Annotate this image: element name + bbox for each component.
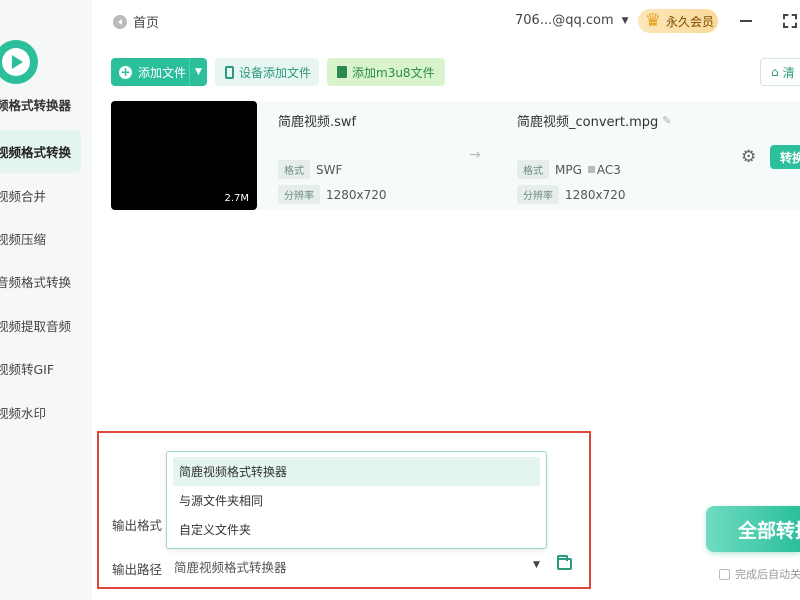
vip-badge[interactable]: ♛ 永久会员 [638,9,718,33]
resolution-tag: 分辨率 [278,185,320,204]
account-email: 706...@qq.com [515,13,614,28]
file-row: 2.7M 简鹿视频.swf 格式 SWF 分辨率 1280x720 → 简鹿视频… [111,101,800,210]
home-link[interactable]: 首页 [113,12,159,31]
vip-label: 永久会员 [666,14,715,29]
add-file-button[interactable]: + 添加文件 ▼ [111,58,207,86]
back-icon [113,14,127,29]
source-format-value: SWF [316,162,343,177]
video-thumbnail[interactable]: 2.7M [111,101,257,210]
clear-icon: ⌂ [771,65,779,79]
sidebar-item-label: 视频压缩 [0,231,47,247]
file-icon [337,66,347,78]
source-format: 格式 SWF [278,160,342,179]
add-m3u8-button[interactable]: 添加m3u8文件 [327,58,445,86]
sidebar-nav: 视频格式转换 视频合并 视频压缩 音频格式转换 视频提取音频 视频转GIF 视频… [0,130,92,434]
output-format: 格式 MPG AC3 [517,160,621,179]
output-audio-value: AC3 [596,162,621,177]
app-logo-icon [0,40,38,84]
clear-button[interactable]: ⌂ 清 [760,58,800,86]
sidebar-item-video-merge[interactable]: 视频合并 [0,173,92,216]
clear-label: 清 [782,65,795,80]
crown-icon: ♛ [644,9,662,31]
dropdown-option-default[interactable]: 简鹿视频格式转换器 [173,457,540,486]
output-format-value: MPG [555,162,582,177]
sidebar-item-label: 视频转GIF [0,362,55,378]
dropdown-option-same-as-source[interactable]: 与源文件夹相同 [173,486,540,515]
gear-icon[interactable]: ⚙ [741,147,756,167]
sidebar-item-label: 视频合并 [0,188,47,204]
sidebar-item-video-gif[interactable]: 视频转GIF [0,347,92,390]
sidebar-item-video-compress[interactable]: 视频压缩 [0,217,92,260]
source-file-name: 简鹿视频.swf [278,115,357,130]
home-label: 首页 [133,16,160,31]
add-m3u8-label: 添加m3u8文件 [352,65,435,80]
sidebar-item-video-format[interactable]: 视频格式转换 [0,130,81,174]
output-path-select[interactable]: 简鹿视频格式转换器 [166,551,547,581]
convert-all-button[interactable]: 全部转换 [706,506,800,552]
resolution-tag: 分辨率 [517,185,559,204]
output-path-value: 简鹿视频格式转换器 [174,559,287,575]
maximize-icon[interactable] [783,14,797,28]
app-name: 频格式转换器 [0,98,72,113]
sidebar-item-label: 视频水印 [0,405,47,421]
output-file-name: 简鹿视频_convert.mpg ✎ [517,111,672,130]
account-menu[interactable]: 706...@qq.com ▼ [515,13,629,28]
format-tag: 格式 [517,160,549,179]
add-file-dropdown-icon[interactable]: ▼ [189,58,207,86]
file-size: 2.7M [224,193,249,204]
source-resolution-value: 1280x720 [326,187,387,202]
folder-icon[interactable] [557,555,572,570]
phone-icon [225,65,234,79]
auto-shutdown-option[interactable]: 完成后自动关机 [719,566,800,582]
sidebar-item-audio-format[interactable]: 音频格式转换 [0,260,92,303]
output-path-dropdown: 简鹿视频格式转换器 与源文件夹相同 自定义文件夹 [166,451,547,549]
output-resolution-value: 1280x720 [565,187,626,202]
device-add-label: 设备添加文件 [239,65,312,80]
source-resolution: 分辨率 1280x720 [278,185,387,204]
format-tag: 格式 [278,160,310,179]
auto-shutdown-checkbox[interactable] [719,568,730,580]
plus-icon: + [119,64,132,79]
caret-down-icon[interactable]: ▼ [533,560,540,570]
sidebar-item-label: 视频提取音频 [0,318,72,334]
output-name-text: 简鹿视频_convert.mpg [517,115,659,130]
dropdown-option-custom[interactable]: 自定义文件夹 [173,515,540,544]
sidebar-item-extract-audio[interactable]: 视频提取音频 [0,304,92,347]
audio-codec-icon [587,166,595,173]
add-file-label: 添加文件 [138,65,187,80]
output-path-label: 输出路径 [112,562,163,577]
output-resolution: 分辨率 1280x720 [517,185,626,204]
sidebar: 频格式转换器 视频格式转换 视频合并 视频压缩 音频格式转换 视频提取音频 视频… [0,0,92,600]
auto-shutdown-label: 完成后自动关机 [735,568,800,581]
convert-button[interactable]: 转换 [770,145,800,169]
minimize-icon[interactable] [740,20,752,22]
arrow-right-icon: → [469,147,481,163]
sidebar-item-watermark[interactable]: 视频水印 [0,390,92,433]
sidebar-item-label: 视频格式转换 [0,145,72,161]
sidebar-item-label: 音频格式转换 [0,275,72,291]
edit-icon[interactable]: ✎ [662,114,671,127]
output-format-label: 输出格式 [112,518,163,533]
caret-down-icon: ▼ [621,15,629,26]
device-add-button[interactable]: 设备添加文件 [215,58,319,86]
